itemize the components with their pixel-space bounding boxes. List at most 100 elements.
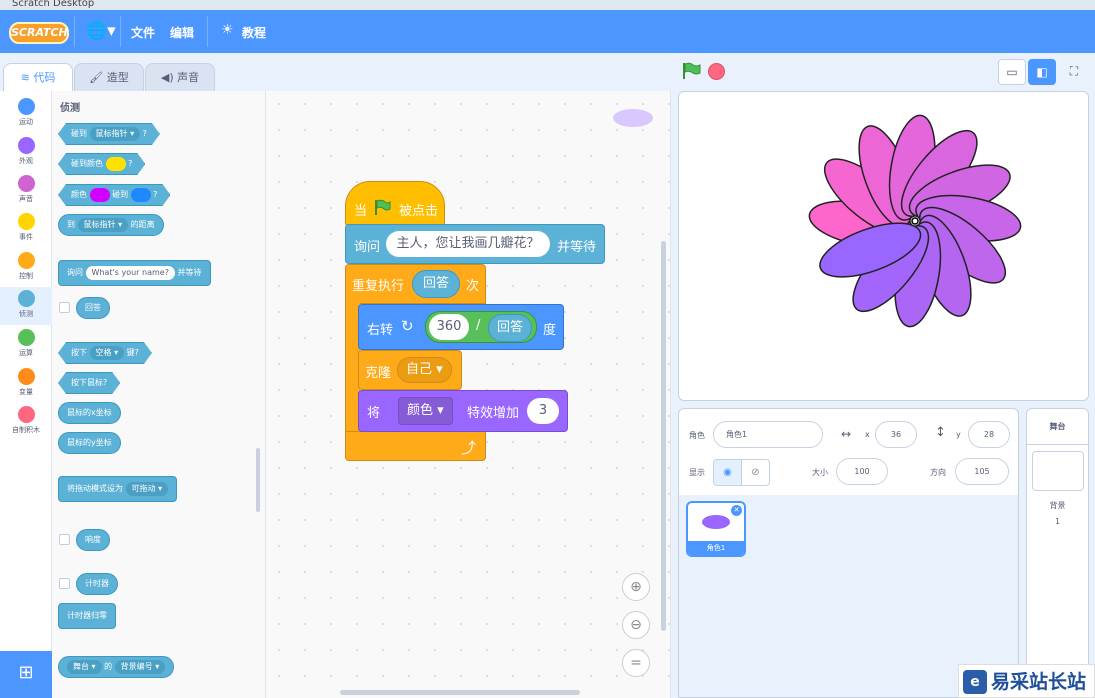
color-swatch-blue[interactable] [131, 188, 151, 202]
when-flag-clicked-block[interactable]: 当 被点击 [345, 181, 445, 227]
tab-code[interactable]: ≋ 代码 [3, 63, 73, 93]
block-distance-to[interactable]: 到 鼠标指针 ▾ 的距离 [58, 214, 164, 236]
sprite-thumbnail[interactable]: ✕ 角色1 [686, 501, 746, 557]
category-variables[interactable]: 变量 [0, 365, 52, 403]
loudness-checkbox[interactable] [59, 534, 70, 545]
category-operators[interactable]: 运算 [0, 326, 52, 364]
distance-dropdown[interactable]: 鼠标指针 ▾ [77, 218, 129, 232]
block-answer[interactable]: 回答 [76, 297, 110, 319]
category-sound[interactable]: 声音 [0, 172, 52, 210]
touching-dropdown[interactable]: 鼠标指针 ▾ [90, 127, 141, 141]
sprite-name-input[interactable]: 角色1 [713, 421, 823, 448]
create-clone-block[interactable]: 克隆 自己 ▾ [358, 350, 462, 390]
menu-file[interactable]: 文件 [131, 24, 155, 41]
block-reset-timer[interactable]: 计时器归零 [58, 603, 116, 629]
small-stage-icon: ▭ [1006, 65, 1018, 79]
category-motion[interactable]: 运动 [0, 95, 52, 133]
close-icon: ✕ [733, 506, 740, 514]
script-horizontal-scrollbar[interactable] [340, 690, 580, 695]
menu-edit[interactable]: 编辑 [170, 24, 194, 41]
block-loudness[interactable]: 响度 [76, 529, 110, 551]
stage-canvas[interactable] [678, 91, 1089, 401]
color-swatch-yellow[interactable] [106, 157, 126, 171]
category-control[interactable]: 控制 [0, 249, 52, 287]
palette-scrollbar[interactable] [256, 448, 260, 512]
category-looks[interactable]: 外观 [0, 134, 52, 172]
looks-dot [17, 137, 35, 154]
block-ask-and-wait[interactable]: 询问 What's your name? 并等待 [58, 260, 211, 286]
delete-sprite-button[interactable]: ✕ [731, 505, 742, 516]
green-flag-icon [375, 199, 391, 215]
stop-button[interactable] [708, 63, 725, 80]
editor-tabs: ≋ 代码 🖌 造型 ◀) 声音 [0, 53, 260, 93]
tab-sounds[interactable]: ◀) 声音 [145, 63, 215, 92]
script-vertical-scrollbar[interactable] [661, 241, 666, 631]
effect-dropdown[interactable]: 颜色 ▾ [398, 397, 453, 425]
sprite-ellipse-image [702, 515, 730, 529]
timer-checkbox[interactable] [59, 578, 70, 589]
category-events[interactable]: 事件 [0, 210, 52, 248]
property-dropdown[interactable]: 背景编号 ▾ [114, 660, 166, 674]
globe-icon[interactable]: 🌐▾ [86, 22, 116, 40]
turn-right-block[interactable]: 右转 ↻ 360 / 回答 度 [358, 304, 564, 350]
sprite-thumbnail-name: 角色1 [688, 541, 744, 555]
equals-icon: = [630, 655, 642, 671]
stage-controls: ▭ ◧ ⛶ [671, 53, 1095, 91]
block-touching[interactable]: 碰到 鼠标指针 ▾ ? [58, 123, 160, 145]
color-swatch-purple[interactable] [90, 188, 110, 202]
stage-dropdown[interactable]: 舞台 ▾ [67, 660, 102, 674]
block-timer[interactable]: 计时器 [76, 573, 118, 595]
ask-input[interactable]: What's your name? [85, 266, 175, 280]
show-sprite-button[interactable]: ◉ [713, 459, 742, 486]
zoom-reset-button[interactable]: = [622, 649, 650, 677]
scratch-logo[interactable]: SCRATCH [9, 22, 69, 44]
operators-dot [17, 329, 35, 346]
block-key-pressed[interactable]: 按下 空格 ▾ 键? [58, 342, 152, 364]
tab-costumes[interactable]: 🖌 造型 [74, 63, 144, 92]
backdrop-thumbnail[interactable] [1032, 451, 1084, 491]
fullscreen-button[interactable]: ⛶ [1060, 59, 1088, 85]
effect-value-input[interactable]: 3 [527, 398, 559, 424]
block-touching-color[interactable]: 碰到颜色 ? [58, 153, 145, 175]
repeat-block[interactable]: 重复执行 回答 次 [345, 264, 486, 304]
y-position-input[interactable]: 28 [968, 421, 1010, 448]
size-input[interactable]: 100 [836, 458, 888, 485]
block-set-drag-mode[interactable]: 将拖动模式设为 可拖动 ▾ [58, 476, 178, 502]
block-mouse-y[interactable]: 鼠标的y坐标 [58, 432, 121, 454]
hide-sprite-button[interactable]: ⊘ [741, 459, 770, 486]
zoom-in-button[interactable]: ⊕ [622, 573, 650, 601]
motion-dot [17, 98, 35, 115]
block-mouse-down[interactable]: 按下鼠标? [58, 372, 120, 394]
ask-and-wait-block[interactable]: 询问 主人，您让我画几瓣花？ 并等待 [345, 224, 605, 264]
block-backdrop-of[interactable]: 舞台 ▾ 的 背景编号 ▾ [58, 656, 175, 678]
block-color-touching-color[interactable]: 颜色 碰到 ? [58, 184, 170, 206]
sprite-preview-ellipse [613, 109, 653, 127]
category-sensing[interactable]: 侦测 [0, 287, 52, 325]
clone-target-dropdown[interactable]: 自己 ▾ [397, 357, 452, 383]
key-dropdown[interactable]: 空格 ▾ [90, 346, 125, 360]
stage-selector[interactable]: 舞台 背景 1 [1026, 408, 1089, 698]
add-extension-button[interactable]: ⊞ [0, 651, 52, 698]
drag-mode-dropdown[interactable]: 可拖动 ▾ [125, 482, 169, 496]
repeat-count-reporter[interactable]: 回答 [412, 270, 460, 298]
menu-bar: SCRATCH 🌐▾ 文件 编辑 ☀ 教程 [0, 10, 1095, 53]
small-stage-button[interactable]: ▭ [998, 59, 1026, 85]
block-mouse-x[interactable]: 鼠标的x坐标 [58, 402, 121, 424]
ask-text-input[interactable]: 主人，您让我画几瓣花？ [386, 231, 550, 257]
green-flag-button[interactable] [681, 62, 701, 80]
script-area[interactable]: 当 被点击 询问 主人，您让我画几瓣花？ 并等待 重复执行 回答 次 ⤴ 右转 … [266, 91, 671, 698]
divide-operator[interactable]: 360 / 回答 [425, 311, 537, 343]
x-position-input[interactable]: 36 [875, 421, 917, 448]
menu-tutorials[interactable]: 教程 [242, 24, 266, 41]
change-effect-block[interactable]: 将 颜色 ▾ 特效增加 3 [358, 390, 568, 432]
normal-stage-button[interactable]: ◧ [1028, 59, 1056, 85]
divisor-reporter[interactable]: 回答 [488, 314, 532, 342]
answer-checkbox[interactable] [59, 302, 70, 313]
turn-value-input[interactable]: 360 [429, 314, 469, 340]
category-my-blocks[interactable]: 自制积木 [0, 403, 52, 441]
palette-title: 侦测 [60, 103, 80, 114]
normal-stage-icon: ◧ [1036, 65, 1048, 79]
direction-input[interactable]: 105 [955, 458, 1009, 485]
zoom-out-button[interactable]: ⊖ [622, 611, 650, 639]
lightbulb-icon: ☀ [221, 22, 234, 38]
